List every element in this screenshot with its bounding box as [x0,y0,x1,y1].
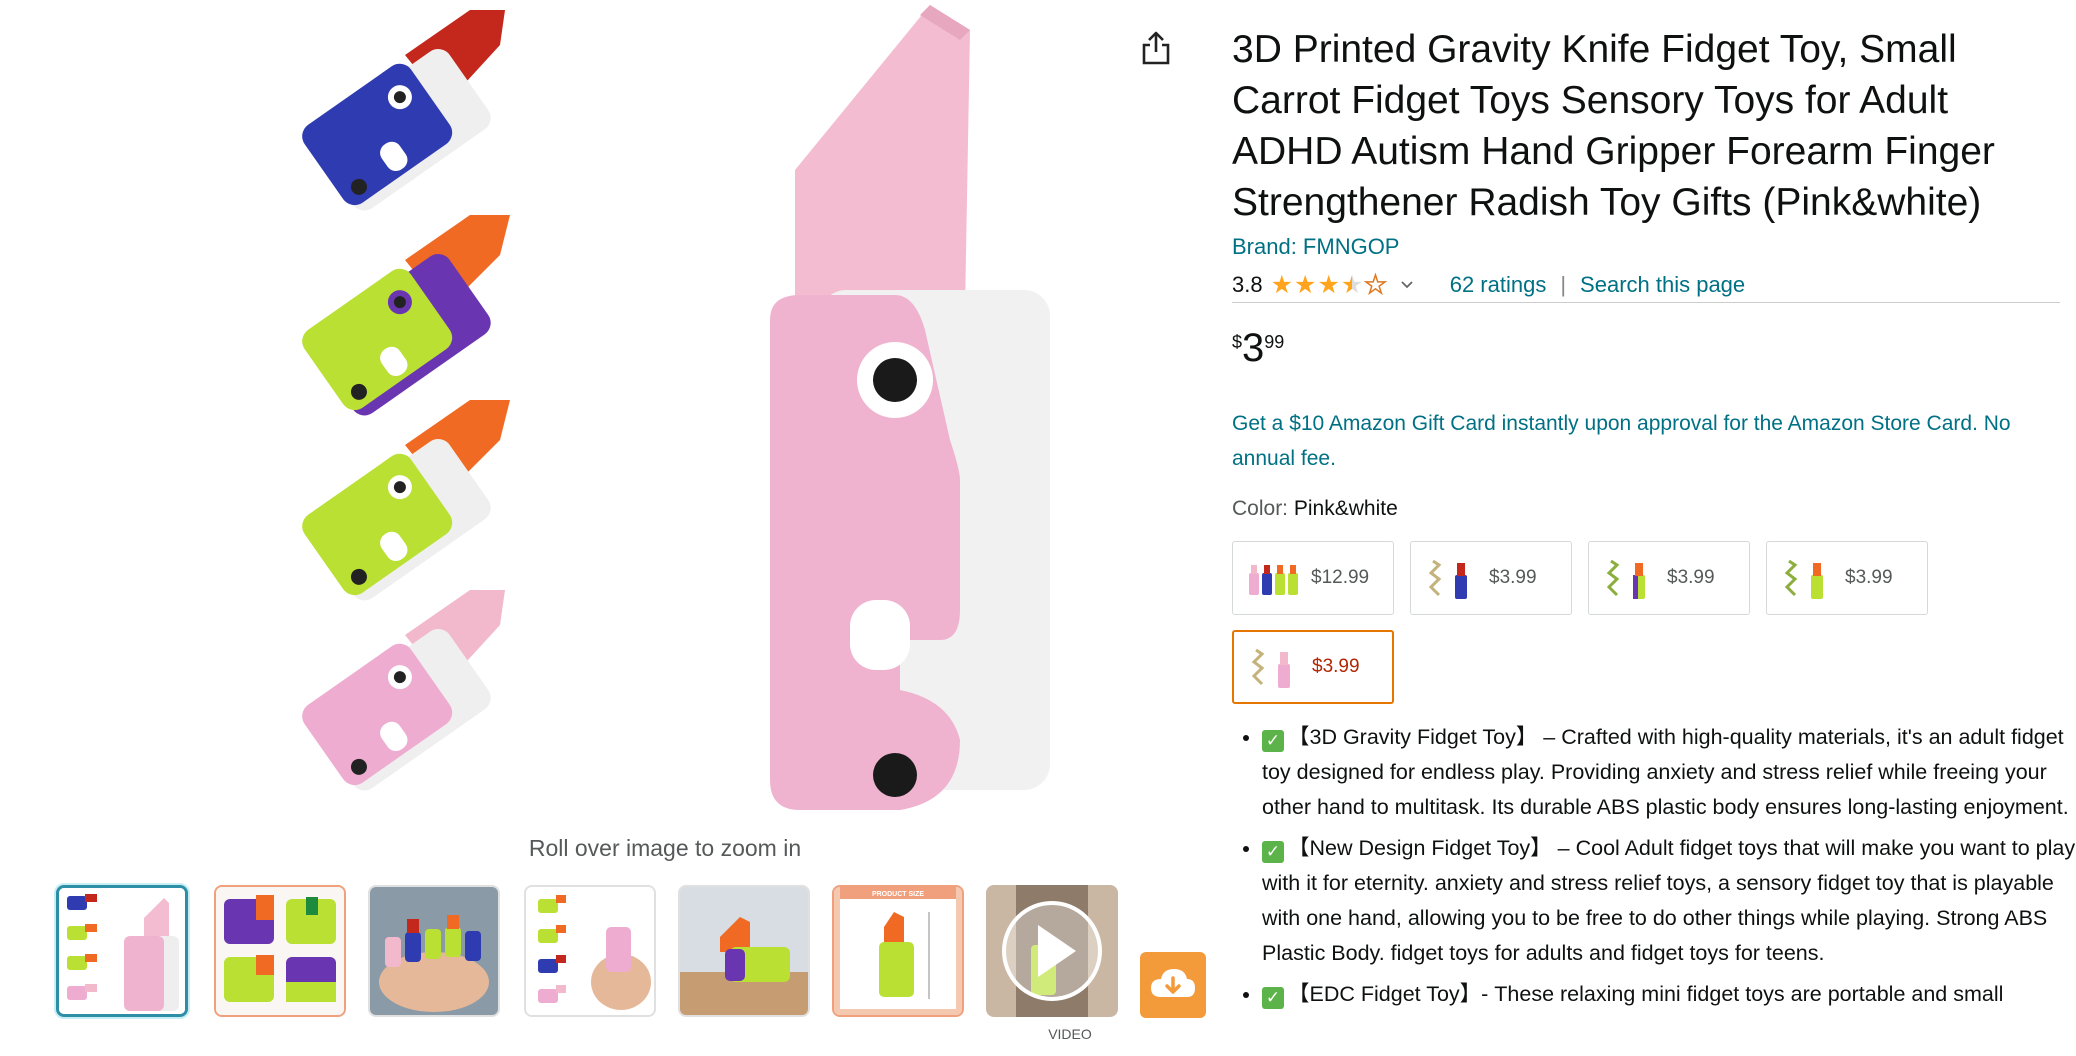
color-swatch-pink-white[interactable]: $3.99 [1232,630,1394,704]
thumbnail-video[interactable] [986,885,1118,1017]
swatch-price: $3.99 [1312,656,1360,677]
knife-illustration-lime-white [285,395,525,601]
feature-bullet: ✓【New Design Fidget Toy】 – Cool Adult fi… [1262,831,2076,971]
swatch-price: $3.99 [1667,567,1715,588]
check-icon: ✓ [1262,730,1284,752]
price-symbol: $ [1232,332,1243,352]
swatch-image [1247,553,1298,603]
check-icon: ✓ [1262,987,1284,1009]
thumbnail-6[interactable]: PRODUCT SIZE [832,885,964,1017]
thumbnail-5[interactable] [678,885,810,1017]
rating-value: 3.8 [1232,272,1263,297]
thumbnail-4[interactable] [524,885,656,1017]
star-icon: ★ [1270,271,1294,299]
knife-illustration-pink [285,585,525,791]
swatch-image [1248,642,1298,692]
color-swatch-blue[interactable]: $3.99 [1410,541,1572,615]
swatch-price: $12.99 [1311,567,1370,588]
check-icon: ✓ [1262,841,1284,863]
video-label: VIDEO [1048,1026,1092,1042]
thumbnail-6-badge: PRODUCT SIZE [872,891,924,898]
feature-bullet-text: 【3D Gravity Fidget Toy】 – Crafted with h… [1262,725,2069,819]
star-icon: ★ [1317,271,1340,299]
star-icon: ★ [1364,270,1388,300]
store-card-promo-link[interactable]: Get a $10 Amazon Gift Card instantly upo… [1232,406,2012,476]
feature-bullets: ✓【3D Gravity Fidget Toy】 – Crafted with … [1232,720,2076,1018]
star-icon: ★ [1340,271,1364,299]
chevron-down-icon [1401,281,1413,289]
search-this-page-link[interactable]: Search this page [1580,272,1745,298]
color-selected-value: Pink&white [1293,497,1398,520]
brand-link[interactable]: Brand: FMNGOP [1232,234,1399,260]
knife-illustration-blue [285,5,525,211]
color-swatch-multipack[interactable]: $12.99 [1232,541,1394,615]
download-button[interactable] [1140,952,1206,1018]
swatch-image [1603,553,1653,603]
color-label-text: Color: [1232,497,1294,520]
share-icon [1142,31,1170,65]
swatch-price: $3.99 [1845,567,1893,588]
product-title: 3D Printed Gravity Knife Fidget Toy, Sma… [1232,28,1995,224]
price: $399 [1232,326,1284,372]
main-product-image[interactable] [730,0,1070,820]
knife-illustration-lime-purple [285,210,525,416]
thumbnail-1[interactable] [56,885,188,1017]
price-whole: 3 [1242,326,1265,370]
swatch-image [1781,553,1831,603]
rating-row: 3.8 ★ ★ ★ ★ ★ 62 ratings | Search this p… [1232,268,2060,303]
color-swatch-lime-white[interactable]: $3.99 [1766,541,1928,615]
star-icon: ★ [1294,271,1317,299]
price-fraction: 99 [1264,332,1285,352]
ratings-count-link[interactable]: 62 ratings [1450,272,1547,298]
feature-bullet-text: 【New Design Fidget Toy】 – Cool Adult fid… [1262,836,2076,965]
color-swatch-lime-purple[interactable]: $3.99 [1588,541,1750,615]
feature-bullet-text: 【EDC Fidget Toy】- These relaxing mini fi… [1288,982,2004,1006]
feature-bullet: ✓【3D Gravity Fidget Toy】 – Crafted with … [1262,720,2076,825]
image-gallery: Roll over image to zoom in PRODUCT SIZE … [0,0,1206,1056]
feature-bullet: ✓【EDC Fidget Toy】- These relaxing mini f… [1262,977,2076,1012]
color-label: Color: Pink&white [1232,497,1398,521]
thumbnail-3[interactable] [368,885,500,1017]
separator: | [1560,272,1567,297]
share-button[interactable] [1136,28,1176,68]
thumbnail-2[interactable] [214,885,346,1017]
swatch-price: $3.99 [1489,567,1537,588]
swatch-image [1425,553,1475,603]
star-rating[interactable]: ★ ★ ★ ★ ★ [1271,270,1414,300]
zoom-hint: Roll over image to zoom in [528,835,802,861]
cloud-download-icon [1151,969,1195,997]
